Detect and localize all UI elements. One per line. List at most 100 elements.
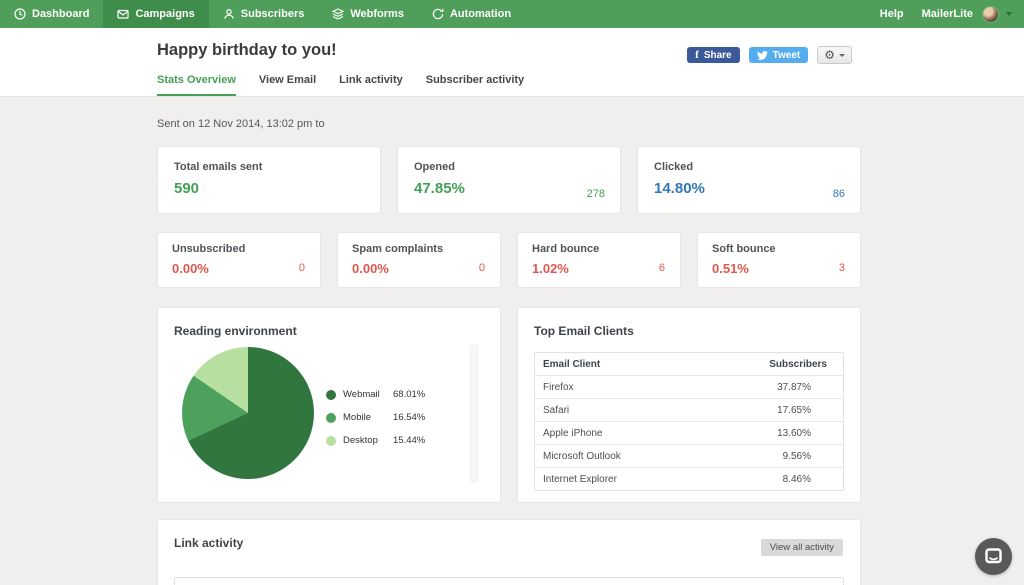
stat-card-opened: Opened 47.85% 278 [397,146,621,214]
nav-item-subscribers[interactable]: Subscribers [209,0,319,28]
nav-item-campaigns[interactable]: Campaigns [103,0,208,28]
panels-row: Reading environment Webmail 68.01% Mobil… [157,307,861,503]
legend-dot-desktop [326,436,336,446]
stat-count: 0 [479,262,485,274]
table-row: Firefox 37.87% [535,375,843,398]
secondary-stats-row: Unsubscribed 0.00% 0 Spam complaints 0.0… [157,232,861,288]
stat-card-spam-complaints: Spam complaints 0.00% 0 [337,232,501,288]
table-header-row: Email Client Subscribers [535,353,843,375]
nav-item-label: Dashboard [32,8,89,20]
person-icon [223,8,235,20]
legend-value: 16.54% [393,412,425,423]
stat-label: Spam complaints [352,243,486,255]
nav-item-help[interactable]: Help [862,0,922,28]
table-row: Microsoft Outlook 9.56% [535,444,843,467]
stat-count: 278 [587,188,605,200]
stat-card-clicked: Clicked 14.80% 86 [637,146,861,214]
table-row: Apple iPhone 13.60% [535,421,843,444]
client-name: Apple iPhone [543,428,603,439]
twitter-icon [757,50,768,61]
tweet-button[interactable]: Tweet [749,47,809,63]
stat-label: Clicked [654,161,844,173]
primary-stats-row: Total emails sent 590 Opened 47.85% 278 … [157,146,861,214]
clock-icon [14,8,26,20]
chat-icon [984,547,1003,566]
nav-item-label: Campaigns [135,8,194,20]
stat-label: Hard bounce [532,243,666,255]
nav-item-dashboard[interactable]: Dashboard [0,0,103,28]
settings-dropdown-button[interactable]: ⚙ [817,46,852,64]
panel-scrollbar[interactable] [470,345,478,482]
stat-value: 47.85% [414,180,604,197]
link-activity-panel: Link activity View all activity Top Link… [157,519,861,585]
stat-count: 86 [833,188,845,200]
layers-icon [332,8,344,20]
main-content: Sent on 12 Nov 2014, 13:02 pm to Total e… [0,97,861,585]
stat-card-total-sent: Total emails sent 590 [157,146,381,214]
chevron-down-icon[interactable] [1006,12,1012,16]
page-title: Happy birthday to you! [157,41,337,60]
client-share: 17.65% [777,405,835,416]
stat-value: 14.80% [654,180,844,197]
client-share: 37.87% [777,382,835,393]
reading-environment-pie-chart [182,347,314,479]
legend-item-mobile: Mobile 16.54% [326,412,425,423]
table-row: Safari 17.65% [535,398,843,421]
stat-card-soft-bounce: Soft bounce 0.51% 3 [697,232,861,288]
envelope-icon [117,8,129,20]
refresh-icon [432,8,444,20]
stat-label: Opened [414,161,604,173]
chat-launcher-button[interactable] [975,538,1012,575]
nav-item-webforms[interactable]: Webforms [318,0,418,28]
nav-item-label: Subscribers [241,8,305,20]
stat-count: 6 [659,262,665,274]
nav-item-label: Webforms [350,8,404,20]
nav-item-label: Automation [450,8,511,20]
top-email-clients-panel: Top Email Clients Email Client Subscribe… [517,307,861,503]
gear-icon: ⚙ [824,48,835,62]
legend-label: Mobile [343,412,385,423]
facebook-icon: f [695,49,699,61]
panel-title: Top Email Clients [534,324,844,338]
panel-title: Reading environment [174,324,484,338]
client-share: 13.60% [777,428,835,439]
stat-card-hard-bounce: Hard bounce 1.02% 6 [517,232,681,288]
stat-value: 0.51% [712,261,846,276]
legend-label: Webmail [343,389,385,400]
tab-view-email[interactable]: View Email [259,74,316,96]
stat-label: Total emails sent [174,161,364,173]
legend-label: Desktop [343,435,385,446]
table-row: Internet Explorer 8.46% [535,467,843,490]
stat-label: Soft bounce [712,243,846,255]
chevron-down-icon [839,54,845,57]
stat-value: 0.00% [352,261,486,276]
client-share: 9.56% [783,451,835,462]
campaign-tabs: Stats Overview View Email Link activity … [157,74,524,96]
tab-link-activity[interactable]: Link activity [339,74,403,96]
legend-dot-webmail [326,390,336,400]
sent-timestamp: Sent on 12 Nov 2014, 13:02 pm to [157,97,861,130]
table-header-row: Top Links Unique clicks Total clicks [175,578,843,585]
view-all-activity-button[interactable]: View all activity [761,539,843,556]
top-nav: Dashboard Campaigns Subscribers Webforms… [0,0,1024,28]
nav-right: Help MailerLite [862,0,1024,28]
campaign-header: Happy birthday to you! f Share Tweet ⚙ S… [0,28,1024,97]
stat-value: 590 [174,180,364,197]
user-avatar[interactable] [982,6,999,23]
tab-stats-overview[interactable]: Stats Overview [157,74,236,96]
client-name: Firefox [543,382,574,393]
nav-item-automation[interactable]: Automation [418,0,525,28]
email-clients-table: Email Client Subscribers Firefox 37.87% … [534,352,844,491]
client-name: Internet Explorer [543,474,617,485]
client-name: Microsoft Outlook [543,451,621,462]
share-button[interactable]: f Share [687,47,739,63]
legend-item-webmail: Webmail 68.01% [326,389,425,400]
column-header: Email Client [543,359,600,370]
tab-subscriber-activity[interactable]: Subscriber activity [426,74,524,96]
stat-card-unsubscribed: Unsubscribed 0.00% 0 [157,232,321,288]
link-activity-table: Top Links Unique clicks Total clicks [174,577,844,585]
header-actions: f Share Tweet ⚙ [687,46,852,64]
stat-value: 0.00% [172,261,306,276]
client-share: 8.46% [783,474,835,485]
panel-title: Link activity [174,536,844,550]
